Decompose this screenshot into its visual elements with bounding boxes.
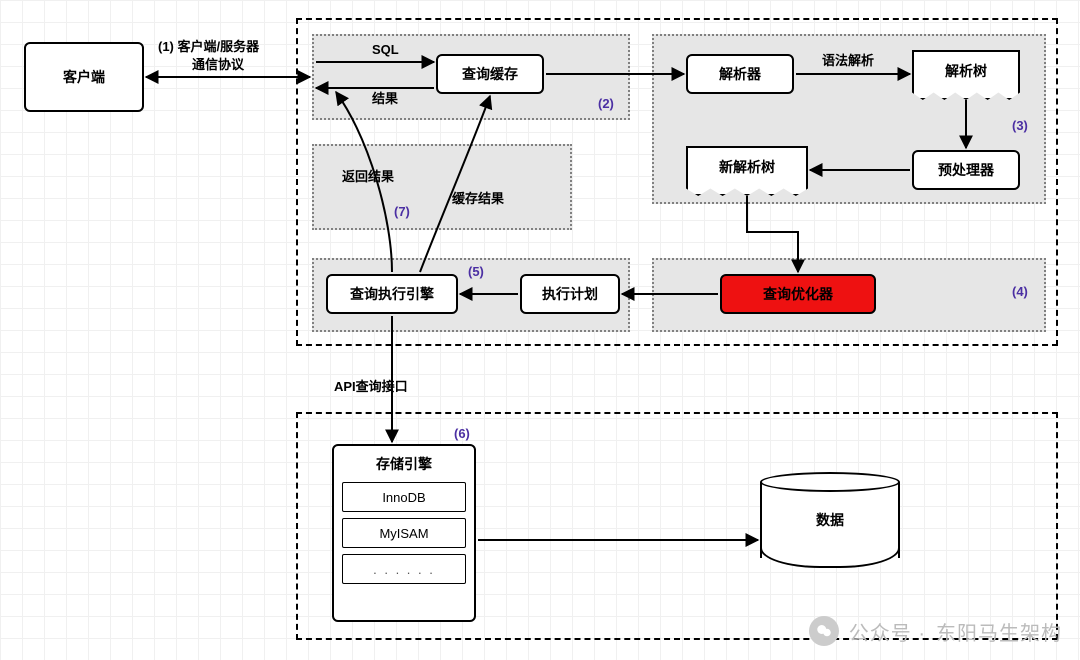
- node-storage-engine-label: 存储引擎: [376, 454, 432, 474]
- node-exec-plan-label: 执行计划: [542, 284, 598, 304]
- node-data-cylinder: 数据: [760, 472, 900, 568]
- node-query-optimizer-label: 查询优化器: [763, 284, 833, 304]
- section-3-label: (3): [1012, 118, 1028, 133]
- diagram-canvas: (2) (3) (4) (5) (7) (6) 客户端 查询缓存 解析器 解析树…: [0, 0, 1080, 660]
- label-api-query: API查询接口: [334, 376, 408, 395]
- section-4-label: (4): [1012, 284, 1028, 299]
- label-protocol-1: (1) 客户端/服务器: [158, 36, 259, 55]
- watermark-prefix: 公众号 ·: [849, 617, 926, 646]
- wechat-icon: [809, 616, 839, 646]
- storage-engine-innodb: InnoDB: [342, 482, 466, 512]
- section-5-label: (5): [468, 264, 484, 279]
- label-return-result: 返回结果: [342, 166, 394, 185]
- node-client: 客户端: [24, 42, 144, 112]
- storage-engine-myisam-label: MyISAM: [379, 526, 428, 541]
- section-7: [312, 144, 572, 230]
- node-parse-tree: 解析树: [912, 50, 1020, 100]
- label-syntax-parse: 语法解析: [822, 50, 874, 69]
- node-exec-engine-label: 查询执行引擎: [350, 284, 434, 304]
- section-2-label: (2): [598, 96, 614, 111]
- node-preprocessor-label: 预处理器: [938, 160, 994, 180]
- node-parser: 解析器: [686, 54, 794, 94]
- section-7-label: (7): [394, 204, 410, 219]
- node-query-cache: 查询缓存: [436, 54, 544, 94]
- node-new-parse-tree-label: 新解析树: [719, 157, 775, 177]
- label-protocol-2: 通信协议: [192, 54, 244, 73]
- node-client-label: 客户端: [63, 67, 105, 87]
- node-exec-plan: 执行计划: [520, 274, 620, 314]
- node-parser-label: 解析器: [719, 64, 761, 84]
- storage-engine-myisam: MyISAM: [342, 518, 466, 548]
- label-sql: SQL: [372, 42, 399, 57]
- node-storage-engine: 存储引擎 InnoDB MyISAM . . . . . .: [332, 444, 476, 622]
- watermark-name: 东阳马生架构: [936, 617, 1062, 646]
- node-data-label: 数据: [816, 510, 844, 530]
- node-preprocessor: 预处理器: [912, 150, 1020, 190]
- storage-engine-innodb-label: InnoDB: [382, 490, 425, 505]
- label-result: 结果: [372, 88, 398, 107]
- node-new-parse-tree: 新解析树: [686, 146, 808, 196]
- storage-engine-more-label: . . . . . .: [373, 562, 435, 577]
- node-exec-engine: 查询执行引擎: [326, 274, 458, 314]
- label-cache-result: 缓存结果: [452, 188, 504, 207]
- watermark: 公众号 · 东阳马生架构: [809, 616, 1062, 646]
- node-query-cache-label: 查询缓存: [462, 64, 518, 84]
- node-query-optimizer: 查询优化器: [720, 274, 876, 314]
- storage-engine-more: . . . . . .: [342, 554, 466, 584]
- section-6-label: (6): [454, 426, 470, 441]
- node-parse-tree-label: 解析树: [945, 61, 987, 81]
